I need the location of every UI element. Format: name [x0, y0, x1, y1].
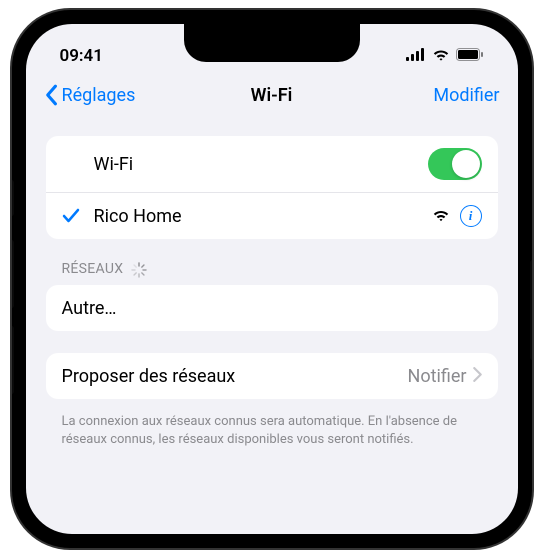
ask-group: Proposer des réseaux Notifier [46, 353, 498, 399]
wifi-toggle[interactable] [428, 148, 482, 180]
networks-header-label: Réseaux [62, 261, 124, 277]
info-icon[interactable]: i [460, 205, 482, 227]
edit-button[interactable]: Modifier [433, 85, 499, 106]
connected-network-row[interactable]: Rico Home i [46, 193, 498, 239]
screen: 09:41 Réglages Wi-Fi Modifier [26, 24, 518, 534]
connected-network-name: Rico Home [94, 206, 432, 227]
chevron-right-icon [473, 367, 482, 386]
status-time: 09:41 [60, 46, 103, 66]
wifi-toggle-row: Wi-Fi [46, 136, 498, 193]
other-network-label: Autre… [62, 298, 482, 319]
wifi-toggle-label: Wi-Fi [94, 154, 428, 175]
ask-value: Notifier [408, 366, 467, 387]
nav-bar: Réglages Wi-Fi Modifier [26, 74, 518, 118]
wifi-signal-icon [432, 207, 450, 226]
back-label: Réglages [62, 85, 136, 106]
phone-frame: 09:41 Réglages Wi-Fi Modifier [12, 10, 532, 548]
battery-icon [456, 46, 484, 66]
back-button[interactable]: Réglages [44, 84, 136, 106]
cellular-icon [406, 46, 426, 66]
wifi-group: Wi-Fi Rico Home i [46, 136, 498, 239]
networks-group: Autre… [46, 285, 498, 331]
spinner-icon [131, 262, 145, 276]
page-title: Wi-Fi [251, 85, 293, 106]
ask-label: Proposer des réseaux [62, 366, 408, 387]
wifi-status-icon [432, 46, 450, 66]
other-network-row[interactable]: Autre… [46, 285, 498, 331]
footer-text: La connexion aux réseaux connus sera aut… [46, 405, 498, 449]
chevron-left-icon [44, 84, 58, 106]
networks-header: Réseaux [46, 261, 498, 285]
checkmark-icon [62, 208, 84, 224]
ask-to-join-row[interactable]: Proposer des réseaux Notifier [46, 353, 498, 399]
notch [184, 24, 360, 62]
